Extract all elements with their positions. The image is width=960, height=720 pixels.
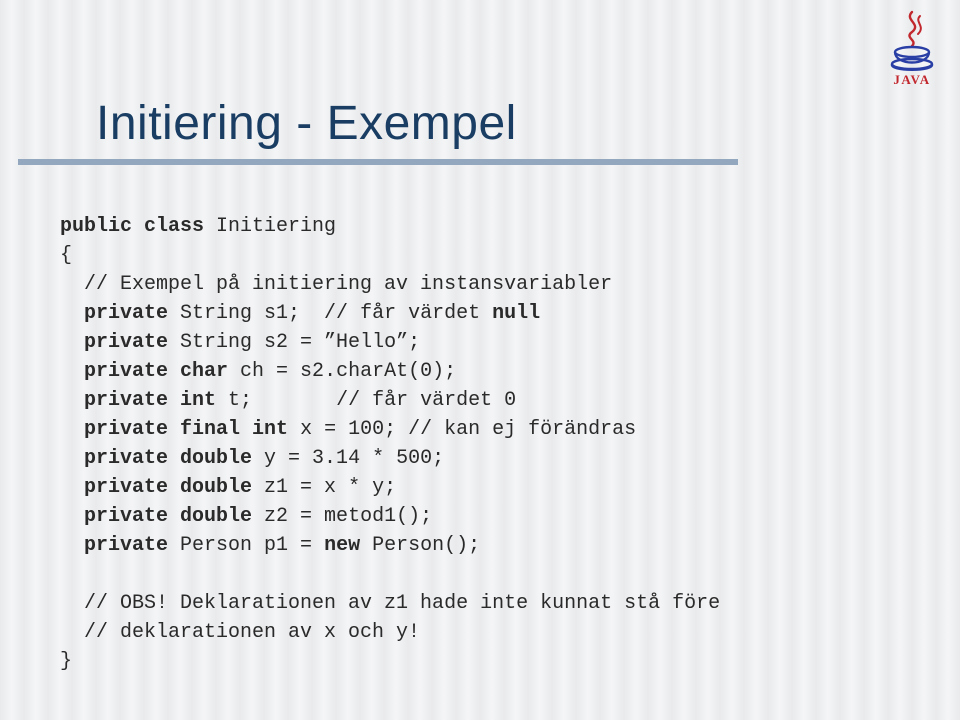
code-line: // OBS! Deklarationen av z1 hade inte ku… xyxy=(60,592,720,615)
code-line: private char ch = s2.charAt(0); xyxy=(60,360,456,383)
code-line: private double z1 = x * y; xyxy=(60,476,396,499)
code-line: private String s1; // får värdet null xyxy=(60,302,540,325)
code-line: // Exempel på initiering av instansvaria… xyxy=(60,273,612,296)
code-line: private int t; // får värdet 0 xyxy=(60,389,516,412)
title-block: Initiering - Exempel xyxy=(18,96,928,165)
code-line: private double z2 = metod1(); xyxy=(60,505,432,528)
java-logo: JAVA xyxy=(882,10,942,88)
code-line: public class Initiering xyxy=(60,215,336,238)
code-line: } xyxy=(60,650,72,673)
code-line: { xyxy=(60,244,72,267)
code-block: public class Initiering { // Exempel på … xyxy=(60,212,720,676)
code-line: // deklarationen av x och y! xyxy=(60,621,420,644)
code-line: private String s2 = ”Hello”; xyxy=(60,331,420,354)
code-line: private double y = 3.14 * 500; xyxy=(60,447,444,470)
java-wordmark: JAVA xyxy=(893,72,930,87)
title-underline xyxy=(18,159,738,165)
slide-title: Initiering - Exempel xyxy=(96,96,928,151)
java-logo-icon: JAVA xyxy=(882,10,942,88)
slide: JAVA Initiering - Exempel public class I… xyxy=(0,0,960,720)
code-line: private final int x = 100; // kan ej för… xyxy=(60,418,636,441)
code-line: private Person p1 = new Person(); xyxy=(60,534,480,557)
